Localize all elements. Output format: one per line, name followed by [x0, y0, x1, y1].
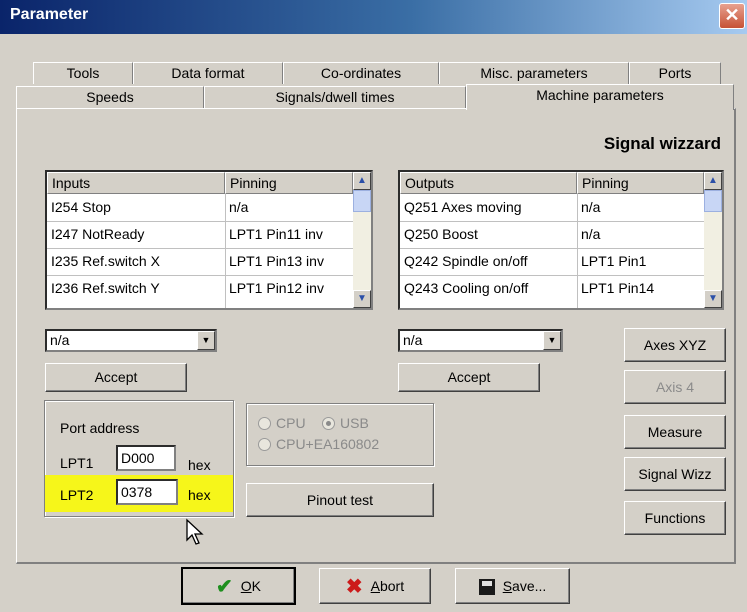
inputs-list[interactable]: Inputs Pinning I254 Stop n/a I247 NotRea… — [45, 170, 373, 310]
radio-cpu[interactable]: CPU — [258, 415, 306, 431]
signal-wizz-button[interactable]: Signal Wizz — [624, 457, 726, 491]
ok-button[interactable]: ✔ OK — [181, 567, 296, 605]
radio-usb-label: USB — [340, 415, 369, 431]
list-item-pinning[interactable]: n/a — [577, 194, 704, 221]
abort-button[interactable]: ✖ Abort — [319, 568, 431, 604]
outputs-column-header[interactable]: Outputs — [400, 172, 577, 194]
inputs-column-header[interactable]: Inputs — [47, 172, 225, 194]
parameter-dialog: Parameter ✕ Tools Data format Co-ordinat… — [0, 0, 747, 612]
close-button[interactable]: ✕ — [719, 3, 745, 29]
radio-usb[interactable]: USB — [322, 415, 369, 431]
lpt2-address-input[interactable]: 0378 — [116, 479, 178, 505]
input-pin-select[interactable]: n/a ▼ — [45, 329, 217, 352]
scroll-thumb[interactable] — [353, 190, 371, 212]
save-label: ave... — [512, 578, 547, 594]
radio-selected-icon — [322, 416, 335, 430]
tab-tools[interactable]: Tools — [33, 62, 133, 84]
list-item-pinning[interactable]: n/a — [577, 221, 704, 248]
mouse-pointer-icon — [186, 518, 204, 545]
floppy-disk-icon — [478, 579, 495, 596]
lpt1-hex-label: hex — [188, 457, 211, 473]
list-item[interactable]: Q242 Spindle on/off — [400, 248, 577, 275]
axis-4-button[interactable]: Axis 4 — [624, 370, 726, 404]
tab-speeds[interactable]: Speeds — [16, 86, 204, 108]
list-item[interactable]: Q243 Cooling on/off — [400, 275, 577, 302]
close-icon: ✕ — [724, 5, 740, 25]
list-item-pinning[interactable]: LPT1 Pin14 — [577, 275, 704, 302]
lpt2-hex-label: hex — [188, 487, 211, 503]
output-pin-select-value: n/a — [403, 332, 423, 348]
window-title: Parameter — [10, 6, 89, 23]
list-item[interactable]: Q251 Axes moving — [400, 194, 577, 221]
abort-mnemonic: A — [370, 578, 380, 594]
scroll-thumb[interactable] — [704, 190, 722, 212]
save-button[interactable]: Save... — [455, 568, 570, 604]
abort-label: bort — [379, 578, 405, 594]
ok-mnemonic: O — [240, 578, 252, 594]
list-item[interactable]: I236 Ref.switch Y — [47, 275, 225, 302]
ok-label: K — [251, 578, 261, 594]
accept-input-button[interactable]: Accept — [45, 363, 187, 392]
chevron-down-icon[interactable]: ▼ — [543, 331, 561, 350]
title-bar[interactable]: Parameter ✕ — [0, 0, 747, 34]
list-item-pinning[interactable]: LPT1 Pin13 inv — [225, 248, 353, 275]
radio-icon — [258, 437, 271, 451]
pinning-column-header[interactable]: Pinning — [577, 172, 704, 194]
port-address-label: Port address — [60, 420, 140, 436]
list-item-pinning[interactable]: LPT1 Pin11 inv — [225, 221, 353, 248]
interface-group — [246, 403, 434, 466]
abort-x-icon: ✖ — [345, 576, 363, 599]
inputs-scrollbar[interactable]: ▲ ▼ — [353, 172, 371, 308]
list-item-pinning[interactable]: n/a — [225, 194, 353, 221]
radio-cpu-label: CPU — [276, 415, 306, 431]
lpt2-label: LPT2 — [60, 487, 94, 503]
axes-xyz-button[interactable]: Axes XYZ — [624, 328, 726, 362]
list-item[interactable]: I247 NotReady — [47, 221, 225, 248]
tab-ports[interactable]: Ports — [629, 62, 721, 84]
scroll-down-icon[interactable]: ▼ — [704, 290, 722, 308]
tab-data-format[interactable]: Data format — [133, 62, 283, 84]
tab-misc-parameters[interactable]: Misc. parameters — [439, 62, 629, 84]
save-mnemonic: S — [502, 578, 513, 594]
list-item[interactable]: I254 Stop — [47, 194, 225, 221]
list-item-pinning[interactable]: LPT1 Pin1 — [577, 248, 704, 275]
scroll-down-icon[interactable]: ▼ — [353, 290, 371, 308]
scroll-up-icon[interactable]: ▲ — [353, 172, 371, 190]
radio-cpu-ea160802[interactable]: CPU+EA160802 — [258, 436, 379, 452]
input-pin-select-value: n/a — [50, 332, 70, 348]
list-item-pinning[interactable]: LPT1 Pin12 inv — [225, 275, 353, 302]
measure-button[interactable]: Measure — [624, 415, 726, 449]
scroll-up-icon[interactable]: ▲ — [704, 172, 722, 190]
checkmark-icon: ✔ — [216, 576, 233, 599]
output-pin-select[interactable]: n/a ▼ — [398, 329, 563, 352]
section-heading: Signal wizzard — [603, 134, 721, 153]
radio-cpu-ea-label: CPU+EA160802 — [276, 436, 380, 452]
tab-machine-parameters[interactable]: Machine parameters — [466, 84, 734, 110]
radio-icon — [258, 416, 271, 430]
outputs-list[interactable]: Outputs Pinning Q251 Axes moving n/a Q25… — [398, 170, 724, 310]
tab-signals-dwell-times[interactable]: Signals/dwell times — [204, 86, 466, 108]
pinning-column-header[interactable]: Pinning — [225, 172, 353, 194]
lpt1-address-input[interactable]: D000 — [116, 445, 176, 471]
list-item[interactable]: Q250 Boost — [400, 221, 577, 248]
chevron-down-icon[interactable]: ▼ — [197, 331, 215, 350]
accept-output-button[interactable]: Accept — [398, 363, 540, 392]
pinout-test-button[interactable]: Pinout test — [246, 483, 434, 517]
list-item[interactable]: I235 Ref.switch X — [47, 248, 225, 275]
functions-button[interactable]: Functions — [624, 501, 726, 535]
tab-co-ordinates[interactable]: Co-ordinates — [283, 62, 439, 84]
lpt1-label: LPT1 — [60, 455, 94, 471]
outputs-scrollbar[interactable]: ▲ ▼ — [704, 172, 722, 308]
